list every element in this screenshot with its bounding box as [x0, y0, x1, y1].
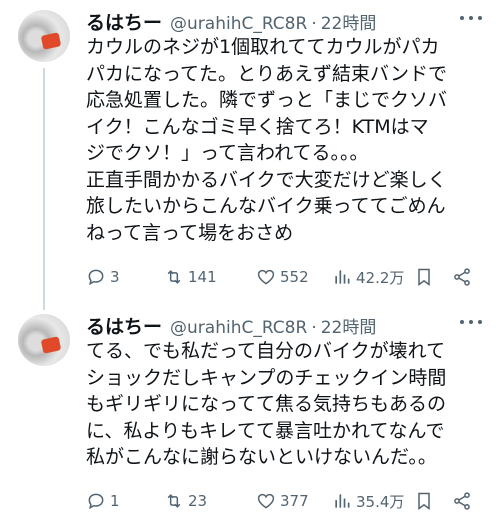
bookmark-icon [418, 492, 430, 510]
views-button[interactable]: 42.2万 [332, 267, 404, 288]
action-bar: 3 141 552 42.2万 [86, 264, 486, 290]
more-dots-icon[interactable] [460, 312, 482, 332]
tweet-text-line: てる、でも私だって自分のバイクが壊れて [86, 340, 446, 362]
user-handle[interactable]: @urahihC_RC8R [170, 14, 307, 34]
tweet-text-line: 正直手間かかるバイクで大変だけど楽しく [86, 168, 447, 191]
bookmark-button[interactable] [414, 267, 438, 287]
tweet-text-line: 応急処置した。隣でずっと「まじでクソバ [86, 89, 448, 111]
reply-button[interactable]: 3 [86, 267, 120, 287]
reply-icon [88, 269, 104, 286]
share-button[interactable] [452, 267, 476, 287]
heart-icon [257, 269, 275, 285]
views-chart-icon [335, 494, 350, 508]
tweet-text-line: 私がこんなに謝らないといけないんだ。。 [86, 446, 437, 468]
like-count: 552 [280, 268, 309, 286]
retweet-button[interactable]: 141 [164, 267, 217, 287]
share-icon [454, 492, 470, 510]
tweet[interactable]: るはちー @urahihC_RC8R · 22時間 てる、でも私だって自分のバイ… [0, 304, 500, 529]
tweet-text-line: カウルのネジが1個取れててカウルがパカ [86, 36, 440, 58]
view-count: 42.2万 [356, 268, 405, 287]
heart-icon [257, 493, 275, 509]
share-button[interactable] [452, 491, 476, 511]
share-icon [454, 268, 470, 286]
tweet-text-line: ジでクソ！」って言われてる。。。 [86, 142, 369, 164]
like-button[interactable]: 552 [256, 267, 309, 287]
thread-connector-line [43, 68, 45, 310]
retweet-icon [167, 270, 181, 284]
like-count: 377 [280, 492, 309, 510]
tweet-text: てる、でも私だって自分のバイクが壊れて ショックだしキャンプのチェックイン時間 … [86, 338, 490, 471]
reply-icon [88, 493, 104, 510]
tweet-text-line: ショックだしキャンプのチェックイン時間 [86, 366, 447, 389]
view-count: 35.4万 [356, 492, 405, 511]
reply-count: 3 [110, 268, 120, 286]
avatar[interactable] [18, 10, 70, 62]
reply-button[interactable]: 1 [86, 491, 120, 511]
retweet-icon [167, 494, 181, 508]
like-button[interactable]: 377 [256, 491, 309, 511]
display-name[interactable]: るはちー [86, 8, 162, 35]
tweet-header: るはちー @urahihC_RC8R · 22時間 [86, 8, 460, 35]
tweet-header: るはちー @urahihC_RC8R · 22時間 [86, 312, 460, 339]
display-name[interactable]: るはちー [86, 312, 162, 339]
bookmark-button[interactable] [414, 491, 438, 511]
retweet-button[interactable]: 23 [164, 491, 207, 511]
bookmark-icon [418, 268, 430, 286]
user-handle[interactable]: @urahihC_RC8R [170, 318, 307, 338]
views-button[interactable]: 35.4万 [332, 491, 404, 512]
tweet-text-line: もギリギリになってて焦る気持ちもあるの [86, 393, 447, 415]
tweet-text-line: イク！こんなゴミ早く捨てろ！KTMはマ [86, 115, 429, 138]
retweet-count: 23 [188, 492, 208, 510]
tweet[interactable]: るはちー @urahihC_RC8R · 22時間 カウルのネジが1個取れててカ… [0, 0, 500, 310]
tweet-text: カウルのネジが1個取れててカウルがパカ パカになってた。とりあえず結束バンドで … [86, 34, 490, 246]
timestamp[interactable]: 22時間 [321, 313, 377, 338]
tweet-text-line: ねって言って場をおさめ [86, 221, 294, 244]
separator-dot: · [311, 14, 317, 34]
tweet-text-line: 旅したいからこんなバイク乗っててごめん [86, 195, 446, 217]
timestamp[interactable]: 22時間 [321, 9, 377, 34]
avatar[interactable] [18, 314, 70, 366]
reply-count: 1 [110, 492, 120, 510]
retweet-count: 141 [188, 268, 217, 286]
more-dots-icon[interactable] [460, 8, 482, 28]
separator-dot: · [311, 318, 317, 338]
action-bar: 1 23 377 35.4万 [86, 488, 486, 514]
tweet-text-line: に、私よりもキレてて暴言吐かれてなんで [86, 419, 445, 442]
views-chart-icon [335, 270, 350, 284]
tweet-text-line: パカになってた。とりあえず結束バンドで [86, 62, 448, 85]
